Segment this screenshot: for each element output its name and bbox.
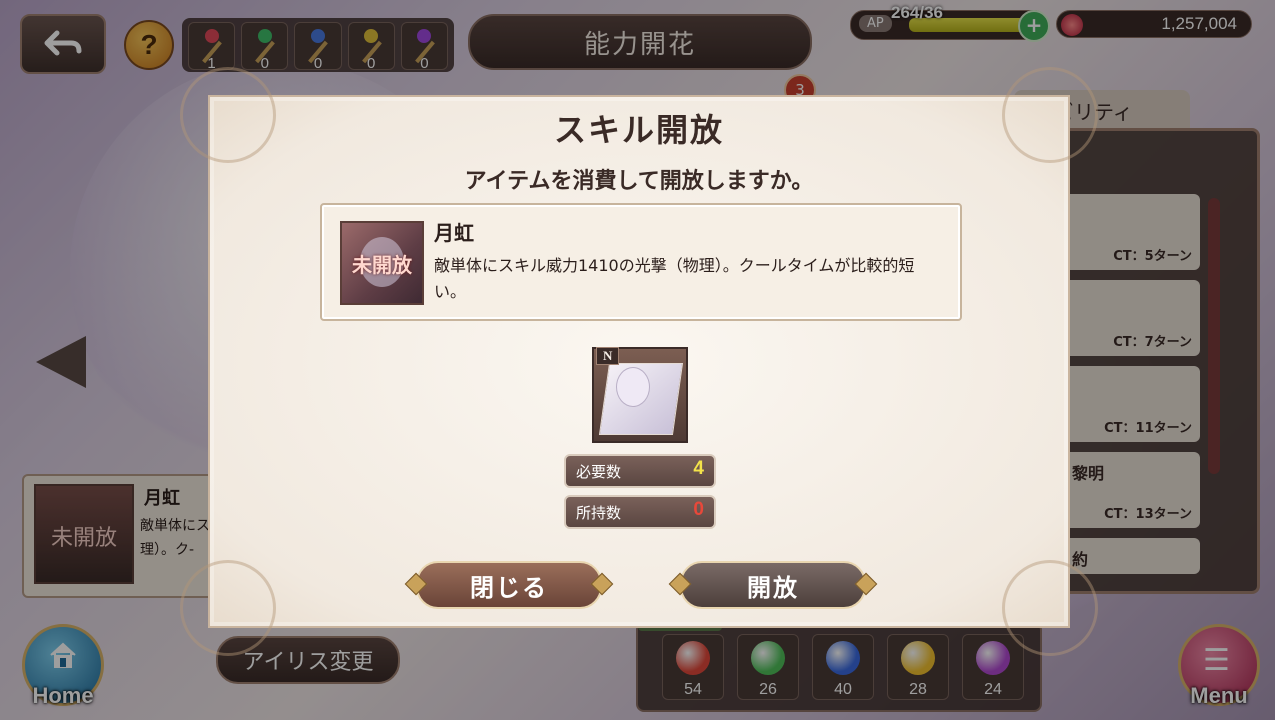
skill-unlock-dialog: スキル開放 アイテムを消費して開放しますか。 未開放 月虹 敵単体にスキル威力1… [180,67,1098,656]
dialog-title: スキル開放 [553,111,724,149]
skill-name: 月虹 [434,221,474,245]
owned-count-value: 0 [693,499,704,520]
corner-ornament [1002,560,1098,656]
close-button[interactable]: 閉じる [416,561,602,609]
skill-description: 敵単体にスキル威力1410の光撃（物理）。クールタイムが比較的短い。 [434,256,915,301]
corner-ornament [180,560,276,656]
required-count: 必要数 4 [564,454,716,488]
skill-info-box: 未開放 月虹 敵単体にスキル威力1410の光撃（物理）。クールタイムが比較的短い… [320,203,962,321]
required-item-icon[interactable]: N [592,347,688,443]
dialog-question: アイテムを消費して開放しますか。 [464,169,814,194]
unlock-button[interactable]: 開放 [680,561,866,609]
required-count-value: 4 [693,458,704,479]
rarity-badge: N [596,347,620,365]
skill-thumbnail: 未開放 [340,221,424,305]
owned-count: 所持数 0 [564,495,716,529]
locked-label: 未開放 [352,253,412,277]
character-portrait [609,362,657,407]
